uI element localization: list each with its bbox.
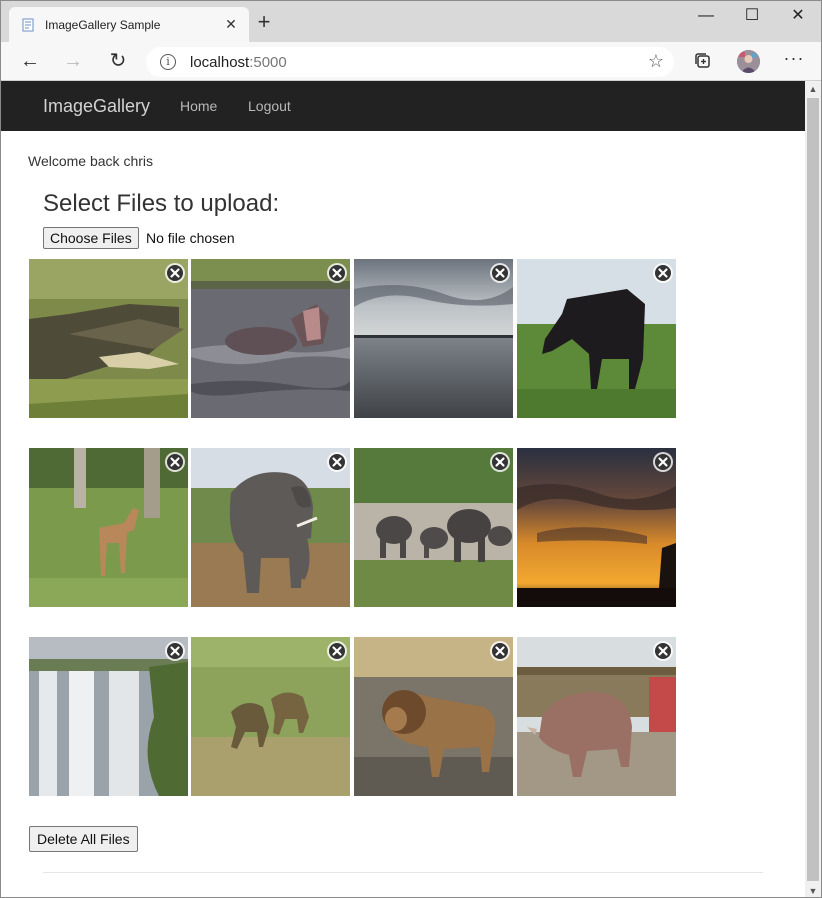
browser-tab[interactable]: ImageGallery Sample ✕ [9,7,249,42]
url-host: localhost [190,54,250,71]
tab-close-icon[interactable]: ✕ [221,14,241,34]
collections-icon[interactable] [693,51,713,71]
site-navbar: ImageGallery Home Logout [1,81,805,131]
delete-image-icon[interactable] [652,640,674,662]
welcome-message: Welcome back chris [28,153,154,169]
delete-image-icon[interactable] [489,262,511,284]
delete-image-icon[interactable] [164,640,186,662]
maximize-button[interactable]: ☐ [729,1,775,31]
forward-button[interactable]: → [60,49,86,75]
delete-image-icon[interactable] [652,262,674,284]
more-menu-icon[interactable]: ··· [781,48,807,69]
title-bar: ImageGallery Sample ✕ + — ☐ ✕ [1,1,821,42]
minimize-button[interactable]: — [683,1,729,31]
vertical-scrollbar[interactable]: ▲ ▼ [805,81,821,897]
new-tab-button[interactable]: + [253,11,275,34]
brand-link[interactable]: ImageGallery [43,96,150,117]
page-viewport: ImageGallery Home Logout Welcome back ch… [1,81,805,897]
gallery-image-elephant[interactable] [191,448,350,607]
browser-window: ImageGallery Sample ✕ + — ☐ ✕ ← → ↻ i lo… [0,0,822,898]
gallery-image-sunset[interactable] [517,448,676,607]
scrollbar-thumb[interactable] [807,98,819,881]
nav-link-home[interactable]: Home [180,98,217,114]
file-status-text: No file chosen [146,230,235,246]
footer-divider [43,872,763,873]
gallery-image-rhino[interactable] [517,637,676,796]
upload-heading: Select Files to upload: [43,190,280,217]
delete-image-icon[interactable] [326,262,348,284]
delete-image-icon[interactable] [164,262,186,284]
delete-all-files-button[interactable]: Delete All Files [29,826,138,852]
gallery-image-wildebeest[interactable] [517,259,676,418]
scroll-up-arrow-icon[interactable]: ▲ [805,81,821,97]
close-window-button[interactable]: ✕ [775,1,821,31]
gallery-image-lion[interactable] [354,637,513,796]
gallery-image-crocodile[interactable] [29,259,188,418]
site-info-icon[interactable]: i [160,54,176,70]
gallery-image-hippo[interactable] [191,259,350,418]
choose-files-button[interactable]: Choose Files [43,227,139,249]
gallery-image-impala[interactable] [29,448,188,607]
refresh-button[interactable]: ↻ [105,49,131,75]
gallery-image-waterfall[interactable] [29,637,188,796]
page-icon [22,18,34,32]
gallery-image-river-sky[interactable] [354,259,513,418]
gallery-image-baboons[interactable] [191,637,350,796]
address-bar[interactable]: i localhost:5000 ☆ [146,47,674,77]
profile-avatar[interactable] [737,50,760,73]
nav-link-logout[interactable]: Logout [248,98,291,114]
gallery-image-elephant-herd[interactable] [354,448,513,607]
tab-title: ImageGallery Sample [45,18,161,32]
url-text[interactable]: localhost:5000 [190,54,287,71]
delete-image-icon[interactable] [489,451,511,473]
delete-image-icon[interactable] [652,451,674,473]
favorite-star-icon[interactable]: ☆ [648,51,664,72]
delete-image-icon[interactable] [326,451,348,473]
back-button[interactable]: ← [17,49,43,75]
url-port: :5000 [249,54,287,71]
scroll-down-arrow-icon[interactable]: ▼ [805,883,821,897]
browser-toolbar: ← → ↻ i localhost:5000 ☆ ··· [1,42,821,81]
delete-image-icon[interactable] [326,640,348,662]
delete-image-icon[interactable] [489,640,511,662]
delete-image-icon[interactable] [164,451,186,473]
